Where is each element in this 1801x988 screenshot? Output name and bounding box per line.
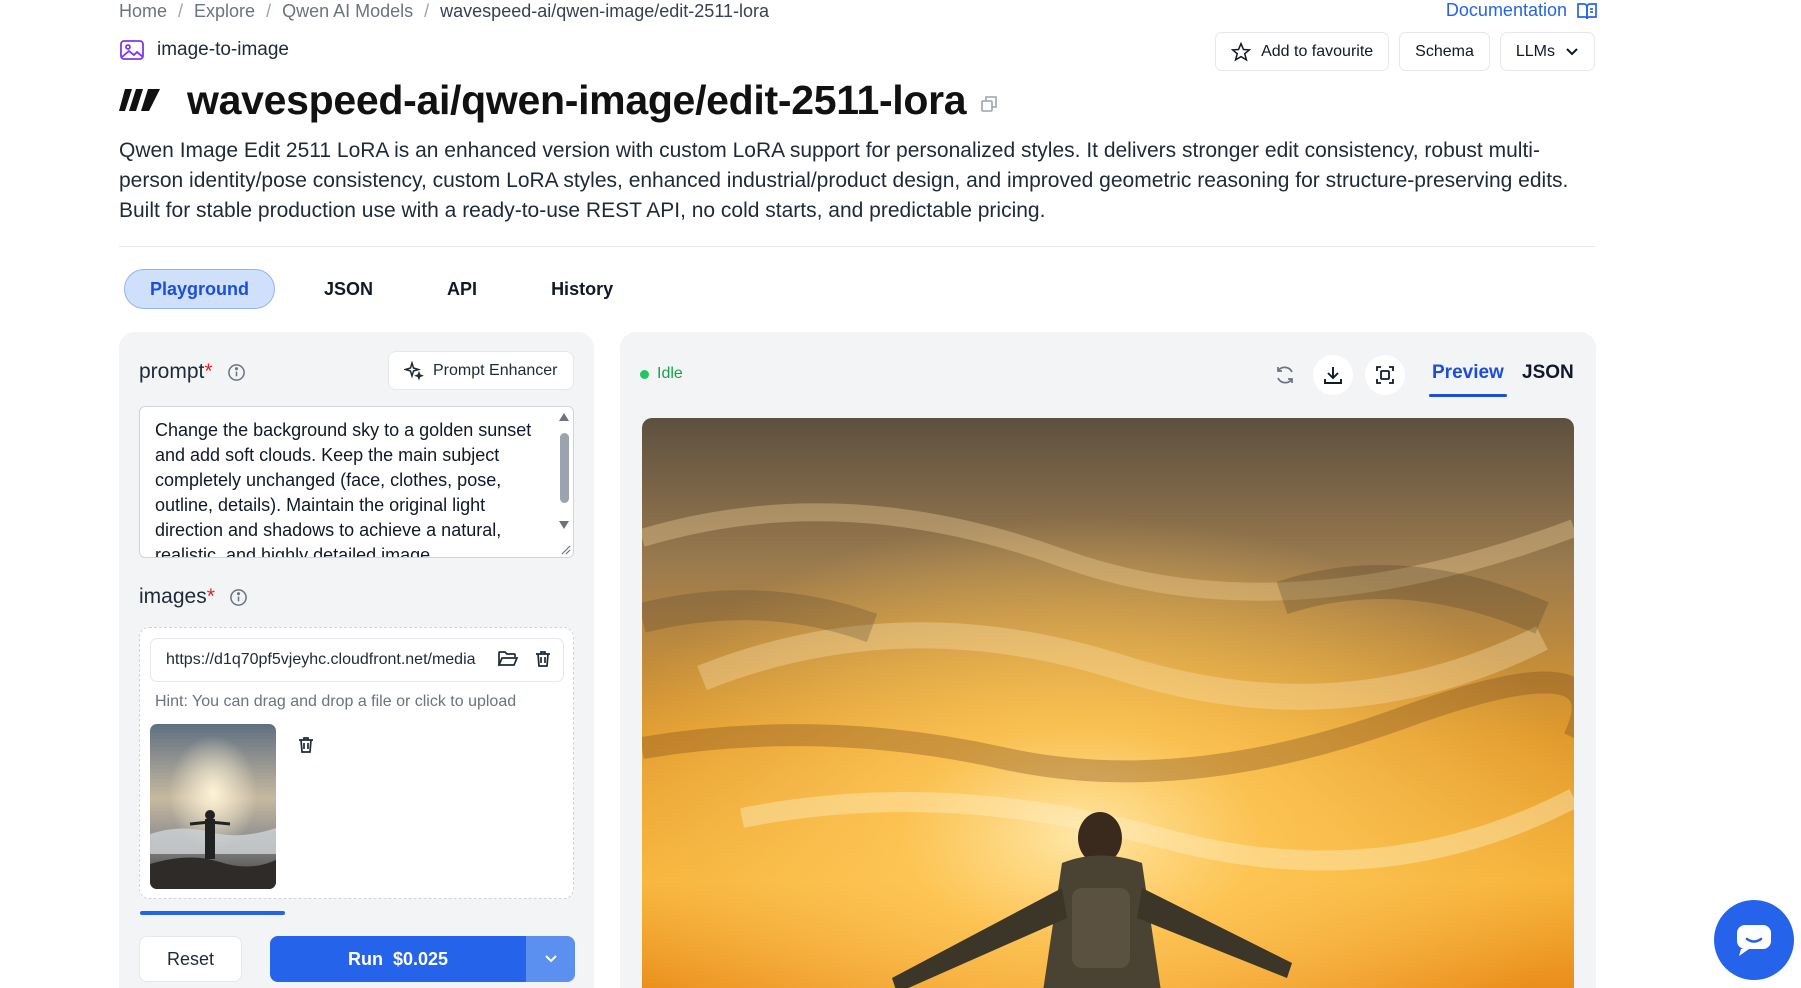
run-label: Run — [347, 948, 383, 969]
folder-open-icon[interactable] — [497, 649, 519, 669]
model-category: image-to-image — [119, 38, 289, 62]
required-mark: * — [204, 360, 213, 383]
model-description: Qwen Image Edit 2511 LoRA is an enhanced… — [119, 139, 1569, 222]
fullscreen-button[interactable] — [1365, 355, 1405, 395]
chevron-down-icon — [544, 955, 557, 963]
title-row: wavespeed-ai/qwen-image/edit-2511-lora — [119, 72, 998, 128]
sunset-image — [642, 418, 1574, 988]
image-icon — [120, 40, 144, 60]
book-icon — [1577, 2, 1597, 19]
prompt-enhancer-label: Prompt Enhancer — [433, 361, 558, 379]
thumbnail-image — [150, 724, 276, 889]
reset-button[interactable]: Reset — [139, 936, 242, 982]
prompt-label: prompt * — [139, 360, 246, 384]
chat-bubble-icon — [1737, 925, 1771, 956]
add-to-favourite-button[interactable]: Add to favourite — [1215, 32, 1390, 71]
scroll-down-arrow-icon[interactable] — [559, 521, 569, 529]
scroll-thumb[interactable] — [560, 433, 569, 503]
resize-handle-icon[interactable] — [559, 543, 571, 555]
active-tab-underline — [1429, 394, 1507, 397]
trash-icon[interactable] — [296, 735, 316, 755]
top-actions: Add to favourite Schema LLMs — [1215, 32, 1595, 71]
breadcrumb-separator: / — [178, 0, 184, 21]
divider — [119, 246, 1595, 247]
sparkle-icon — [404, 360, 424, 381]
scroll-up-arrow-icon[interactable] — [559, 413, 569, 421]
prompt-value: Change the background sky to a golden su… — [155, 420, 532, 558]
info-icon[interactable] — [227, 363, 246, 382]
wavespeed-logo-icon — [119, 89, 160, 111]
copy-icon[interactable] — [980, 95, 998, 113]
breadcrumb-home[interactable]: Home — [119, 1, 167, 22]
image-url-value: https://d1q70pf5vjeyhc.cloudfront.net/me… — [166, 651, 476, 668]
progress-strip — [140, 911, 285, 915]
uploaded-image-thumbnail[interactable] — [150, 724, 276, 889]
refresh-icon — [1277, 366, 1293, 384]
documentation-link[interactable]: Documentation — [1446, 0, 1597, 21]
tab-json[interactable]: JSON — [299, 269, 398, 309]
documentation-label: Documentation — [1445, 0, 1567, 20]
prompt-textarea[interactable]: Change the background sky to a golden su… — [139, 406, 574, 558]
category-label: image-to-image — [157, 39, 289, 60]
breadcrumb: Home / Explore / Qwen AI Models / wavesp… — [119, 0, 769, 22]
prompt-enhancer-button[interactable]: Prompt Enhancer — [388, 351, 574, 390]
url-field-actions — [497, 649, 553, 669]
chat-support-button[interactable] — [1714, 900, 1794, 980]
run-options-dropdown[interactable] — [526, 936, 575, 982]
trash-icon[interactable] — [533, 649, 553, 669]
run-button[interactable]: Run $0.025 — [270, 936, 526, 982]
breadcrumb-qwen-models[interactable]: Qwen AI Models — [282, 1, 413, 22]
run-price: $0.025 — [392, 948, 449, 969]
status-text: Idle — [657, 365, 683, 382]
breadcrumb-current: wavespeed-ai/qwen-image/edit-2511-lora — [440, 0, 770, 21]
images-label-text: images — [139, 585, 207, 608]
prompt-scrollbar[interactable] — [555, 407, 573, 557]
expand-icon — [1376, 366, 1394, 384]
prompt-label-text: prompt — [139, 360, 205, 383]
breadcrumb-explore[interactable]: Explore — [194, 1, 255, 22]
required-mark: * — [206, 585, 215, 608]
breadcrumb-separator: / — [266, 0, 272, 21]
status-indicator: Idle — [640, 365, 683, 383]
llms-dropdown[interactable]: LLMs — [1499, 32, 1595, 71]
download-button[interactable] — [1313, 355, 1353, 395]
tab-playground[interactable]: Playground — [124, 269, 276, 309]
upload-hint: Hint: You can drag and drop a file or cl… — [155, 693, 517, 710]
breadcrumb-separator: / — [424, 0, 430, 21]
schema-button[interactable]: Schema — [1399, 32, 1490, 71]
tab-output-json[interactable]: JSON — [1522, 362, 1574, 384]
main-tabs: Playground JSON API History — [124, 269, 638, 309]
star-icon — [1231, 41, 1252, 62]
download-icon — [1324, 367, 1342, 384]
page-title: wavespeed-ai/qwen-image/edit-2511-lora — [187, 76, 967, 123]
chevron-down-icon — [1566, 47, 1578, 55]
output-preview-image — [642, 418, 1574, 988]
tab-history[interactable]: History — [526, 269, 638, 309]
info-icon[interactable] — [229, 588, 248, 607]
favourite-label: Add to favourite — [1261, 42, 1374, 60]
schema-label: Schema — [1415, 42, 1474, 60]
llms-label: LLMs — [1515, 42, 1555, 60]
tab-api[interactable]: API — [422, 269, 502, 309]
tab-preview[interactable]: Preview — [1432, 362, 1504, 384]
images-label: images * — [139, 585, 248, 609]
refresh-button[interactable] — [1265, 355, 1305, 395]
image-url-field[interactable]: https://d1q70pf5vjeyhc.cloudfront.net/me… — [150, 638, 564, 682]
status-dot — [640, 369, 649, 379]
